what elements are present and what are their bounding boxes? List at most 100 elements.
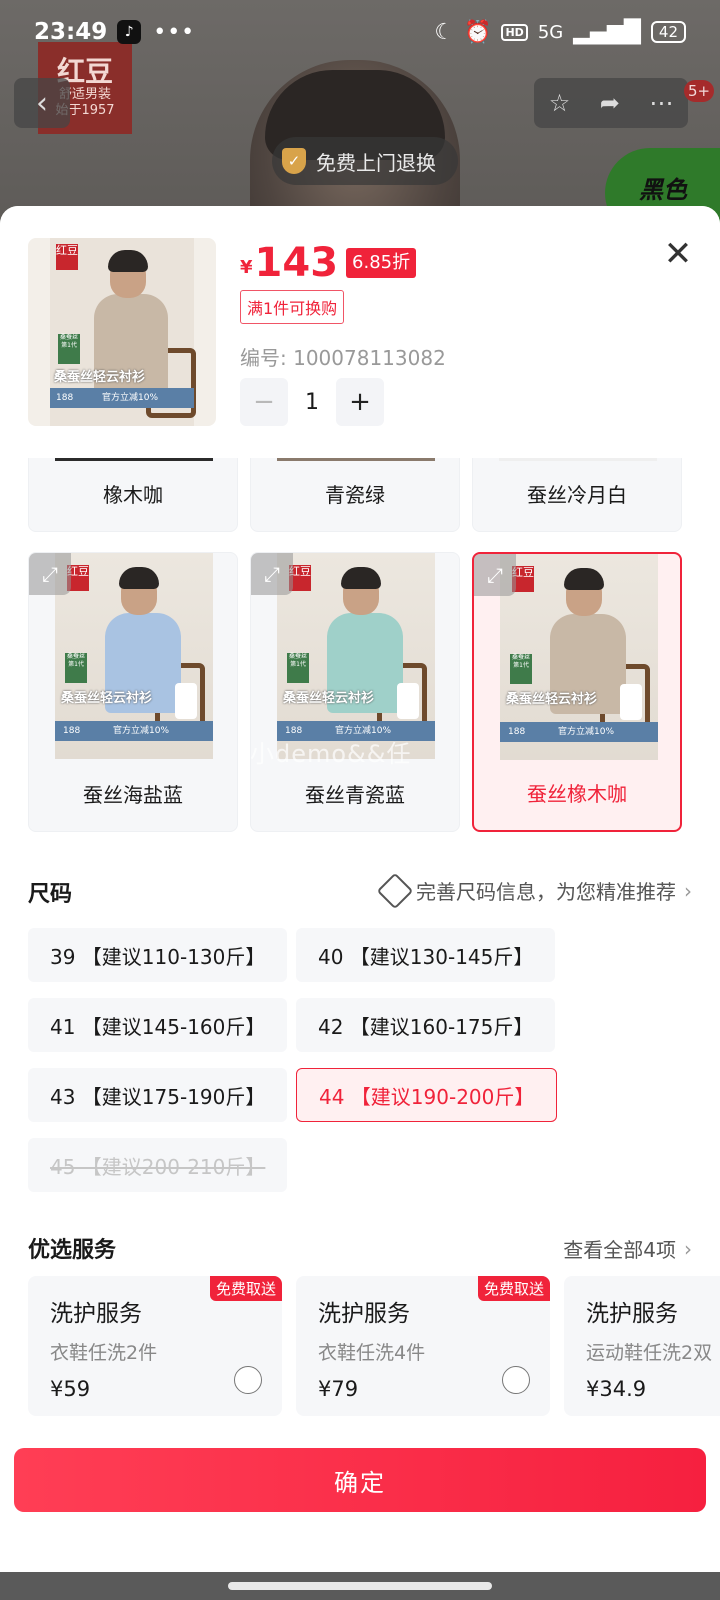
color-label: 蚕丝青瓷蓝 [305,783,405,807]
poster-green-tag: 桑蚕丝 第1代 [510,654,532,684]
service-card[interactable]: 免费取送 洗护服务 衣鞋任洗4件 ¥79 [296,1276,550,1416]
size-section-title: 尺码 [28,882,73,907]
service-badge: 免费取送 [209,1276,282,1301]
chevron-right-icon: › [684,1236,692,1261]
promo-tag[interactable]: 满1件可换购 [240,290,345,324]
size-hint-text: 完善尺码信息，为您精准推荐 [416,880,676,904]
product-thumbnail[interactable]: 红豆 桑蚕丝 第1代 桑蚕丝轻云衬衫 188 官方立减10% [28,238,216,426]
system-nav-bar [0,1572,720,1600]
size-recommend-link[interactable]: 完善尺码信息，为您精准推荐 › [376,872,692,909]
poster-title: 桑蚕丝轻云衬衫 [506,692,598,707]
poster-model-hair [119,567,159,589]
increase-button[interactable]: + [336,378,384,426]
color-option-selected[interactable]: ⤢ 红豆 桑蚕丝 第1代 桑蚕丝轻云衬衫 188 官方立减10% 蚕丝橡木咖 [472,552,682,832]
back-button[interactable]: ‹ [14,78,70,128]
size-option[interactable]: 42 【建议160-175斤】 [296,998,556,1052]
discount-badge: 6.85折 [346,248,417,278]
alarm-off-icon: ⏰ [464,19,492,45]
color-label: 蚕丝海盐蓝 [83,783,183,807]
service-badge: 免费取送 [477,1276,550,1301]
size-option-selected[interactable]: 44 【建议190-200斤】 [296,1068,558,1122]
expand-icon[interactable]: ⤢ [29,553,71,595]
poster-title: 桑蚕丝轻云衬衫 [61,691,153,706]
size-option-disabled: 45 【建议200-210斤】 [28,1138,288,1192]
size-option[interactable]: 39 【建议110-130斤】 [28,928,288,982]
chevron-left-icon: ‹ [36,85,48,121]
color-label: 蚕丝冷月白 [527,483,627,507]
poster-title: 桑蚕丝轻云衬衫 [283,691,375,706]
free-return-banner: ✓ 免费上门退换 [272,137,458,185]
poster-strip-text: 官方立减10% [113,726,170,736]
share-icon[interactable]: ➦ [600,89,620,117]
poster-green-tag: 桑蚕丝 第1代 [287,653,309,683]
size-option[interactable]: 43 【建议175-190斤】 [28,1068,288,1122]
view-all-services-link[interactable]: 查看全部4项 › [563,1234,692,1263]
quantity-value[interactable]: 1 [288,390,336,415]
poster-green-tag: 桑蚕丝 第1代 [58,334,80,364]
thumb-poster: 红豆 桑蚕丝 第1代 桑蚕丝轻云衬衫 188 官方立减10% [50,238,196,426]
color-option[interactable]: ⤢ 红豆 桑蚕丝 第1代 桑蚕丝轻云衬衫 188 官方立减10% 蚕丝青瓷蓝 [250,552,460,832]
service-radio[interactable] [502,1366,530,1394]
color-label: 橡木咖 [103,483,163,507]
confirm-bar: 确定 [0,1428,720,1572]
expand-icon[interactable]: ⤢ [474,554,516,596]
color-thumb: 红豆 桑蚕丝 第1代 桑蚕丝轻云衬衫 188 官方立减10% [55,553,213,759]
poster-price: 188 [63,726,81,736]
signal-icon: ▂▄▆█ [573,19,641,45]
poster-strip-text: 官方立减10% [102,393,159,403]
poster-strip-text: 官方立减10% [558,727,615,737]
service-price: ¥34.9 [586,1377,647,1401]
poster-model-hair [564,568,604,590]
service-price: ¥79 [318,1377,359,1401]
poster-model-hair [341,567,381,589]
moon-icon: ☾ [434,19,455,45]
service-name: 洗护服务 [586,1301,678,1327]
product-header: 红豆 桑蚕丝 第1代 桑蚕丝轻云衬衫 188 官方立减10% ¥ 143 6.8… [0,206,720,458]
price-currency: ¥ [240,257,253,278]
service-card[interactable]: 免费取送 洗护服务 衣鞋任洗2件 ¥59 [28,1276,282,1416]
status-icons: ☾ ⏰ HD 5G ▂▄▆█ 42 [434,20,686,45]
chevron-right-icon: › [684,878,692,903]
status-bar: 23:49 ♪ ••• ☾ ⏰ HD 5G ▂▄▆█ 42 [0,0,720,64]
color-thumb: 红豆 桑蚕丝 第1代 桑蚕丝轻云衬衫 188 官方立减10% [500,554,658,760]
star-icon[interactable]: ☆ [549,89,571,117]
service-desc: 衣鞋任洗4件 [318,1342,426,1364]
service-card[interactable]: 洗护服务 运动鞋任洗2双 ¥34.9 [564,1276,720,1416]
ruler-icon [376,872,414,909]
service-desc: 衣鞋任洗2件 [50,1342,158,1364]
home-indicator[interactable] [228,1582,492,1590]
expand-icon[interactable]: ⤢ [251,553,293,595]
free-return-text: 免费上门退换 [316,150,436,175]
hd-icon: HD [501,23,528,41]
decrease-button[interactable]: − [240,378,288,426]
quantity-stepper: − 1 + [240,378,384,426]
poster-price: 188 [56,393,74,403]
service-desc: 运动鞋任洗2双 [586,1342,713,1364]
network-label: 5G [537,21,564,43]
close-icon[interactable]: ✕ [660,234,696,274]
poster-strip: 188 官方立减10% [500,722,658,742]
tiktok-icon: ♪ [117,20,142,44]
poster-model-hair [108,250,148,272]
color-label: 蚕丝橡木咖 [527,782,627,806]
service-section-title: 优选服务 [28,1238,117,1263]
color-label: 青瓷绿 [325,483,385,507]
view-all-text: 查看全部4项 [563,1238,676,1262]
sku-selector-sheet: 橡木咖 青瓷绿 蚕丝冷月白 ⤢ 红豆 桑蚕丝 第1代 桑蚕丝轻云衬衫 188 官… [0,206,720,1572]
poster-strip: 188 官方立减10% [55,721,213,741]
poster-strip: 188 官方立减10% [50,388,194,408]
size-option[interactable]: 40 【建议130-145斤】 [296,928,556,982]
status-more: ••• [153,19,196,45]
service-price: ¥59 [50,1377,91,1401]
confirm-button[interactable]: 确定 [14,1448,706,1512]
watermark: 小demo&&任 [250,740,412,768]
price-value: 143 [254,240,339,286]
price-row: ¥ 143 6.85折 [240,240,417,286]
size-option[interactable]: 41 【建议145-160斤】 [28,998,288,1052]
message-badge: 5+ [684,80,715,102]
sku-number: 编号: 100078113082 [240,346,446,370]
top-action-group: ☆ ➦ ⋯ [534,78,688,128]
service-radio[interactable] [234,1366,262,1394]
more-icon[interactable]: ⋯ [649,89,673,117]
color-option[interactable]: ⤢ 红豆 桑蚕丝 第1代 桑蚕丝轻云衬衫 188 官方立减10% 蚕丝海盐蓝 [28,552,238,832]
